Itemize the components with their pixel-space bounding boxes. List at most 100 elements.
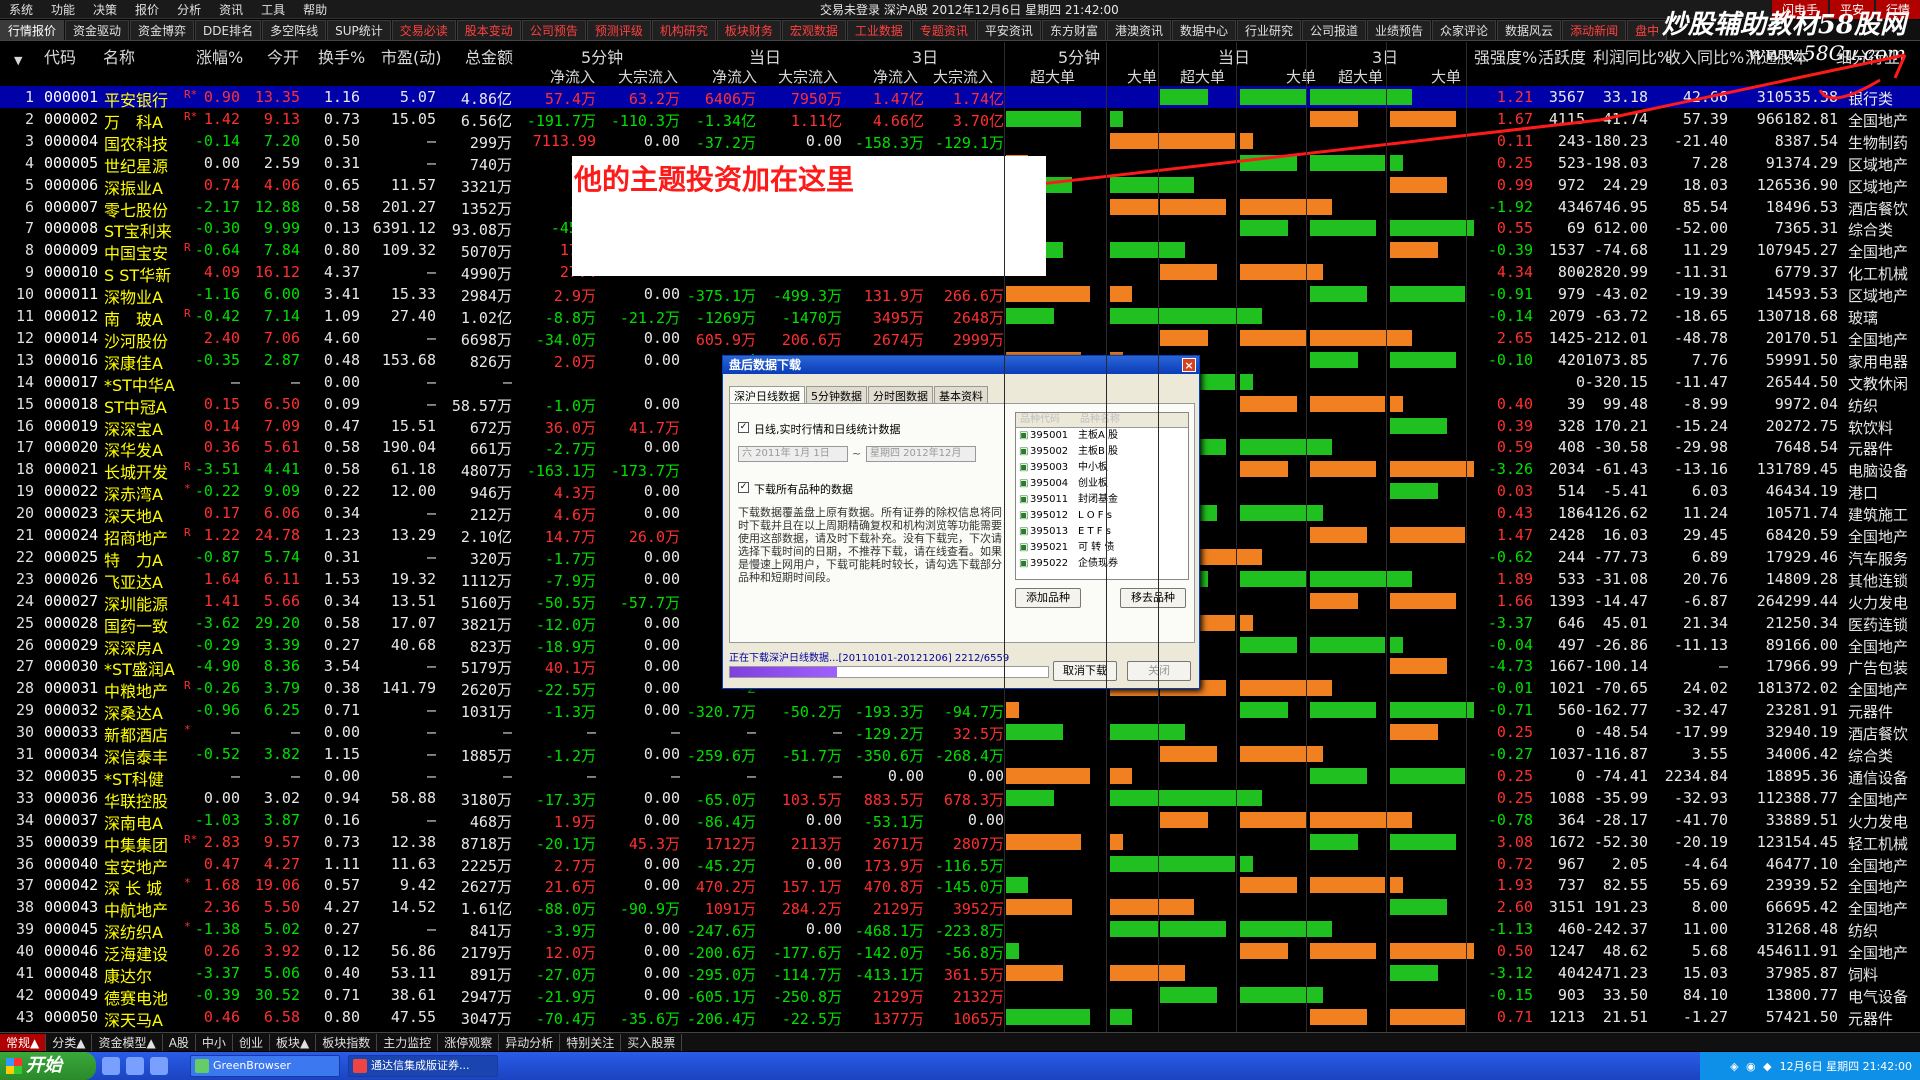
table-row[interactable]: 11 000012 南 玻A R -0.42 7.14 1.09 27.40 1.02亿 -8.8… xyxy=(0,305,1920,329)
table-row[interactable]: 39 000045 深纺织A * -1.38 5.02 0.27–841万 -3.9万 0.00… xyxy=(0,918,1920,942)
table-row[interactable]: 36 000040 宝安地产 0.47 4.27 1.11 11.63 2225万 2.7万 0.… xyxy=(0,853,1920,877)
tab-0[interactable]: 行情报价 xyxy=(0,20,65,40)
table-row[interactable]: 10 000011 深物业A -1.16 6.00 3.41 15.33 2984万 2.9万 0… xyxy=(0,283,1920,307)
stock-code[interactable]: 000001 xyxy=(44,88,98,106)
stock-code[interactable]: 000037 xyxy=(44,811,98,829)
tab-11[interactable]: 板块财务 xyxy=(716,20,781,40)
stock-code[interactable]: 000014 xyxy=(44,329,98,347)
symbol-list-item[interactable]: ▣ 395011 封闭基金 xyxy=(1016,492,1188,508)
close-dialog-button[interactable]: 关闭 xyxy=(1127,661,1191,681)
stock-code[interactable]: 000024 xyxy=(44,526,98,544)
column-header-13[interactable]: 强强度% xyxy=(1474,44,1537,68)
table-row[interactable]: 29 000032 深桑达A -0.96 6.25 0.71–1031万 -1.3万 0.00… xyxy=(0,699,1920,723)
symbol-list-item[interactable]: ▣ 395003 中小板 xyxy=(1016,460,1188,476)
tab-17[interactable]: 港澳资讯 xyxy=(1106,20,1171,40)
bottom-tab-5[interactable]: 创业 xyxy=(233,1033,270,1051)
stock-code[interactable]: 000040 xyxy=(44,855,98,873)
sort-dropdown-icon[interactable]: ▼ xyxy=(14,54,22,67)
tab-4[interactable]: 多空阵线 xyxy=(262,20,327,40)
column-header-15[interactable]: 利润同比% xyxy=(1593,44,1672,68)
tab-22[interactable]: 众家评论 xyxy=(1432,20,1497,40)
quicklaunch-media-icon[interactable] xyxy=(150,1057,168,1075)
stock-code[interactable]: 000022 xyxy=(44,482,98,500)
stock-code[interactable]: 000005 xyxy=(44,154,98,172)
symbol-list-col-0[interactable]: 品种代码 xyxy=(1016,413,1076,427)
bottom-tab-9[interactable]: 涨停观察 xyxy=(438,1033,500,1051)
tab-12[interactable]: 宏观数据 xyxy=(781,20,846,40)
stock-code[interactable]: 000010 xyxy=(44,263,98,281)
menu-item-7[interactable]: 帮助 xyxy=(294,1,336,18)
table-row[interactable]: 32 000035 *ST科健 – –0.00– – – – – –0.00 0.00 0.25 0 -7… xyxy=(0,765,1920,789)
taskbar-task-0[interactable]: GreenBrowser xyxy=(190,1055,340,1077)
tab-2[interactable]: 资金博弈 xyxy=(130,20,195,40)
column-header-11[interactable]: 当日 xyxy=(1218,44,1250,68)
stock-code[interactable]: 000025 xyxy=(44,548,98,566)
bottom-tab-10[interactable]: 异动分析 xyxy=(499,1033,561,1051)
tab-5[interactable]: SUP统计 xyxy=(327,20,391,40)
tab-21[interactable]: 业绩预告 xyxy=(1367,20,1432,40)
bottom-tab-7[interactable]: 板块指数 xyxy=(316,1033,378,1051)
column-subheader-6[interactable]: 超大单 xyxy=(1030,66,1075,87)
table-row[interactable]: 3 000004 国农科技 -0.14 7.20 0.50–299万 7113.99 0.00… xyxy=(0,130,1920,154)
stock-code[interactable]: 000017 xyxy=(44,373,98,391)
stock-code[interactable]: 000008 xyxy=(44,219,98,237)
stock-code[interactable]: 000021 xyxy=(44,460,98,478)
tab-15[interactable]: 平安资讯 xyxy=(976,20,1041,40)
symbol-list-item[interactable]: ▣ 395002 主板B 股 xyxy=(1016,444,1188,460)
menu-item-6[interactable]: 工具 xyxy=(252,1,294,18)
tab-8[interactable]: 公司预告 xyxy=(521,20,586,40)
stock-code[interactable]: 000042 xyxy=(44,876,98,894)
table-row[interactable]: 40 000046 泛海建设 0.26 3.92 0.12 56.86 2179万 12.0万 0… xyxy=(0,940,1920,964)
column-subheader-2[interactable]: 净流入 xyxy=(712,66,757,87)
menu-item-3[interactable]: 报价 xyxy=(126,1,168,18)
bottom-tab-0[interactable]: 常规▲ xyxy=(0,1033,47,1051)
column-subheader-8[interactable]: 超大单 xyxy=(1180,66,1225,87)
cancel-download-button[interactable]: 取消下载 xyxy=(1053,661,1117,681)
stock-code[interactable]: 000016 xyxy=(44,351,98,369)
add-symbol-button[interactable]: 添加品种 xyxy=(1015,588,1081,608)
table-row[interactable]: 12 000014 沙河股份 2.40 7.06 4.60–6698万 -34.0万 0.00… xyxy=(0,327,1920,351)
stock-code[interactable]: 000032 xyxy=(44,701,98,719)
table-row[interactable]: 33 000036 华联控股 0.00 3.02 0.94 58.88 3180万 -17.3万… xyxy=(0,787,1920,811)
column-subheader-9[interactable]: 大单 xyxy=(1286,66,1316,87)
symbol-list-item[interactable]: ▣ 395013 E T F s xyxy=(1016,524,1188,540)
stock-code[interactable]: 000034 xyxy=(44,745,98,763)
column-subheader-1[interactable]: 大宗流入 xyxy=(618,66,678,87)
table-row[interactable]: 42 000049 德赛电池 -0.39 30.52 0.71 38.61 2947万 -21.… xyxy=(0,984,1920,1008)
bottom-tab-3[interactable]: A股 xyxy=(163,1033,196,1051)
column-subheader-4[interactable]: 净流入 xyxy=(873,66,918,87)
column-header-8[interactable]: 当日 xyxy=(749,44,781,68)
quicklaunch-desktop-icon[interactable] xyxy=(102,1057,120,1075)
tab-6[interactable]: 交易必读 xyxy=(391,20,456,40)
taskbar-task-1[interactable]: 通达信集成版证券... xyxy=(348,1055,498,1077)
table-row[interactable]: 43 000050 深天马A 0.46 6.58 0.80 47.55 3047万 -70.4万… xyxy=(0,1006,1920,1030)
column-subheader-0[interactable]: 净流入 xyxy=(550,66,595,87)
column-subheader-7[interactable]: 大单 xyxy=(1127,66,1157,87)
column-header-18[interactable]: 细分行业 xyxy=(1836,44,1900,68)
table-row[interactable]: 2 000002 万 科A R* 1.42 9.13 0.73 15.05 6.56亿 -191.… xyxy=(0,108,1920,132)
date-to-picker[interactable]: 星期四 2012年12月 xyxy=(866,446,976,462)
stock-code[interactable]: 000002 xyxy=(44,110,98,128)
tab-7[interactable]: 股本变动 xyxy=(456,20,521,40)
menu-item-2[interactable]: 决策 xyxy=(84,1,126,18)
close-icon[interactable]: × xyxy=(1182,358,1196,372)
column-header-3[interactable]: 今开 xyxy=(267,44,299,68)
tab-13[interactable]: 工业数据 xyxy=(846,20,911,40)
bottom-tab-8[interactable]: 主力监控 xyxy=(377,1033,439,1051)
column-subheader-5[interactable]: 大宗流入 xyxy=(933,66,993,87)
tab-20[interactable]: 公司报道 xyxy=(1302,20,1367,40)
tab-9[interactable]: 预测评级 xyxy=(586,20,651,40)
table-row[interactable]: 38 000043 中航地产 2.36 5.50 4.27 14.52 1.61亿 -88.0万… xyxy=(0,896,1920,920)
menu-item-5[interactable]: 资讯 xyxy=(210,1,252,18)
column-header-6[interactable]: 总金额 xyxy=(465,44,513,68)
date-from-picker[interactable]: 六 2011年 1月 1日 xyxy=(738,446,848,462)
menu-item-1[interactable]: 功能 xyxy=(42,1,84,18)
column-header-0[interactable]: 代码 xyxy=(44,44,76,68)
stock-code[interactable]: 000031 xyxy=(44,679,98,697)
stock-code[interactable]: 000009 xyxy=(44,241,98,259)
column-header-5[interactable]: 市盈(动) xyxy=(381,44,442,68)
stock-code[interactable]: 000012 xyxy=(44,307,98,325)
table-row[interactable]: 1 000001 平安银行 R* 0.90 13.35 1.16 5.07 4.86亿 57.4万… xyxy=(0,86,1920,110)
remove-symbol-button[interactable]: 移去品种 xyxy=(1120,588,1186,608)
symbol-list-item[interactable]: ▣ 395012 L O F s xyxy=(1016,508,1188,524)
